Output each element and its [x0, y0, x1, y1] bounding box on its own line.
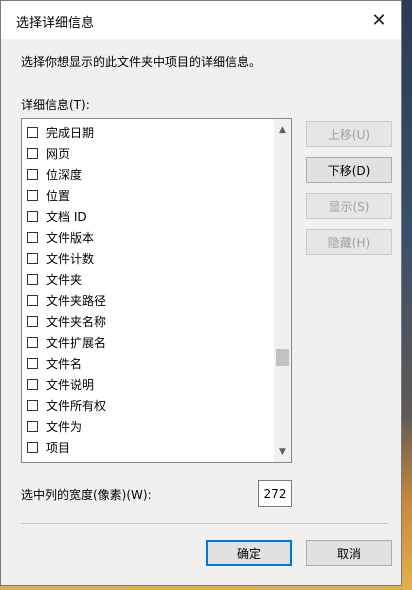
list-item[interactable]: 项目	[22, 437, 274, 458]
checkbox[interactable]	[27, 127, 38, 138]
list-item-label: 完成日期	[46, 126, 95, 140]
list-item-label: 文件所有权	[46, 399, 107, 413]
list-item[interactable]: 文件说明	[22, 374, 274, 395]
checkbox[interactable]	[27, 337, 38, 348]
list-item-label: 文件夹路径	[46, 294, 107, 308]
listbox-scrollbar[interactable]: ▲ ▼	[274, 119, 291, 462]
cancel-button[interactable]: 取消	[306, 540, 392, 566]
list-item-label: 文件扩展名	[46, 336, 107, 350]
checkbox[interactable]	[27, 358, 38, 369]
scroll-up-icon[interactable]: ▲	[274, 121, 291, 138]
list-item-label: 文件为	[46, 420, 83, 434]
move-down-button[interactable]: 下移(D)	[306, 157, 392, 183]
dialog-title: 选择详细信息	[16, 16, 95, 31]
list-item[interactable]: 完成日期	[22, 122, 274, 143]
list-item-label: 项目	[46, 441, 71, 455]
list-item[interactable]: 文件计数	[22, 248, 274, 269]
list-item[interactable]: 文件为	[22, 416, 274, 437]
list-item[interactable]: 文件夹名称	[22, 311, 274, 332]
dialog-description: 选择你想显示的此文件夹中项目的详细信息。	[21, 55, 262, 69]
ok-button[interactable]: 确定	[206, 540, 292, 566]
checkbox[interactable]	[27, 295, 38, 306]
scroll-thumb[interactable]	[276, 349, 289, 366]
list-item-label: 文件版本	[46, 231, 95, 245]
divider	[21, 523, 388, 524]
checkbox[interactable]	[27, 316, 38, 327]
column-width-label: 选中列的宽度(像素)(W):	[21, 488, 152, 502]
list-item-label: 文档 ID	[46, 210, 87, 224]
details-list-label: 详细信息(T):	[21, 98, 90, 112]
show-button[interactable]: 显示(S)	[306, 193, 392, 219]
column-width-input[interactable]: 272	[258, 480, 292, 507]
checkbox[interactable]	[27, 190, 38, 201]
checkbox[interactable]	[27, 421, 38, 432]
checkbox[interactable]	[27, 379, 38, 390]
list-item[interactable]: 文件夹路径	[22, 290, 274, 311]
title-bar: 选择详细信息 ✕	[1, 1, 401, 39]
list-item[interactable]: 文件名	[22, 353, 274, 374]
list-item-label: 网页	[46, 147, 71, 161]
list-item-label: 文件夹名称	[46, 315, 107, 329]
checkbox[interactable]	[27, 253, 38, 264]
checkbox[interactable]	[27, 169, 38, 180]
list-item-label: 文件夹	[46, 273, 83, 287]
details-listbox[interactable]: 完成日期网页位深度位置文档 ID 文件版本文件计数文件夹文件夹路径文件夹名称文件扩…	[21, 118, 292, 463]
list-item-label: 位置	[46, 189, 71, 203]
list-item[interactable]: 位置	[22, 185, 274, 206]
move-up-button[interactable]: 上移(U)	[306, 121, 392, 147]
scroll-down-icon[interactable]: ▼	[274, 443, 291, 460]
list-item-label: 文件说明	[46, 378, 95, 392]
checkbox[interactable]	[27, 211, 38, 222]
list-item[interactable]: 文件所有权	[22, 395, 274, 416]
list-item-label: 文件名	[46, 357, 83, 371]
hide-button[interactable]: 隐藏(H)	[306, 229, 392, 255]
checkbox[interactable]	[27, 442, 38, 453]
details-items: 完成日期网页位深度位置文档 ID 文件版本文件计数文件夹文件夹路径文件夹名称文件扩…	[22, 122, 274, 458]
choose-details-dialog: 选择详细信息 ✕ 选择你想显示的此文件夹中项目的详细信息。 详细信息(T): 完…	[0, 0, 402, 586]
close-icon[interactable]: ✕	[357, 1, 401, 39]
list-item[interactable]: 位深度	[22, 164, 274, 185]
list-item[interactable]: 文件夹	[22, 269, 274, 290]
list-item[interactable]: 文件版本	[22, 227, 274, 248]
list-item-label: 位深度	[46, 168, 83, 182]
checkbox[interactable]	[27, 274, 38, 285]
list-item-label: 文件计数	[46, 252, 95, 266]
checkbox[interactable]	[27, 148, 38, 159]
list-item[interactable]: 网页	[22, 143, 274, 164]
list-item[interactable]: 文档 ID	[22, 206, 274, 227]
checkbox[interactable]	[27, 400, 38, 411]
checkbox[interactable]	[27, 232, 38, 243]
list-item[interactable]: 文件扩展名	[22, 332, 274, 353]
